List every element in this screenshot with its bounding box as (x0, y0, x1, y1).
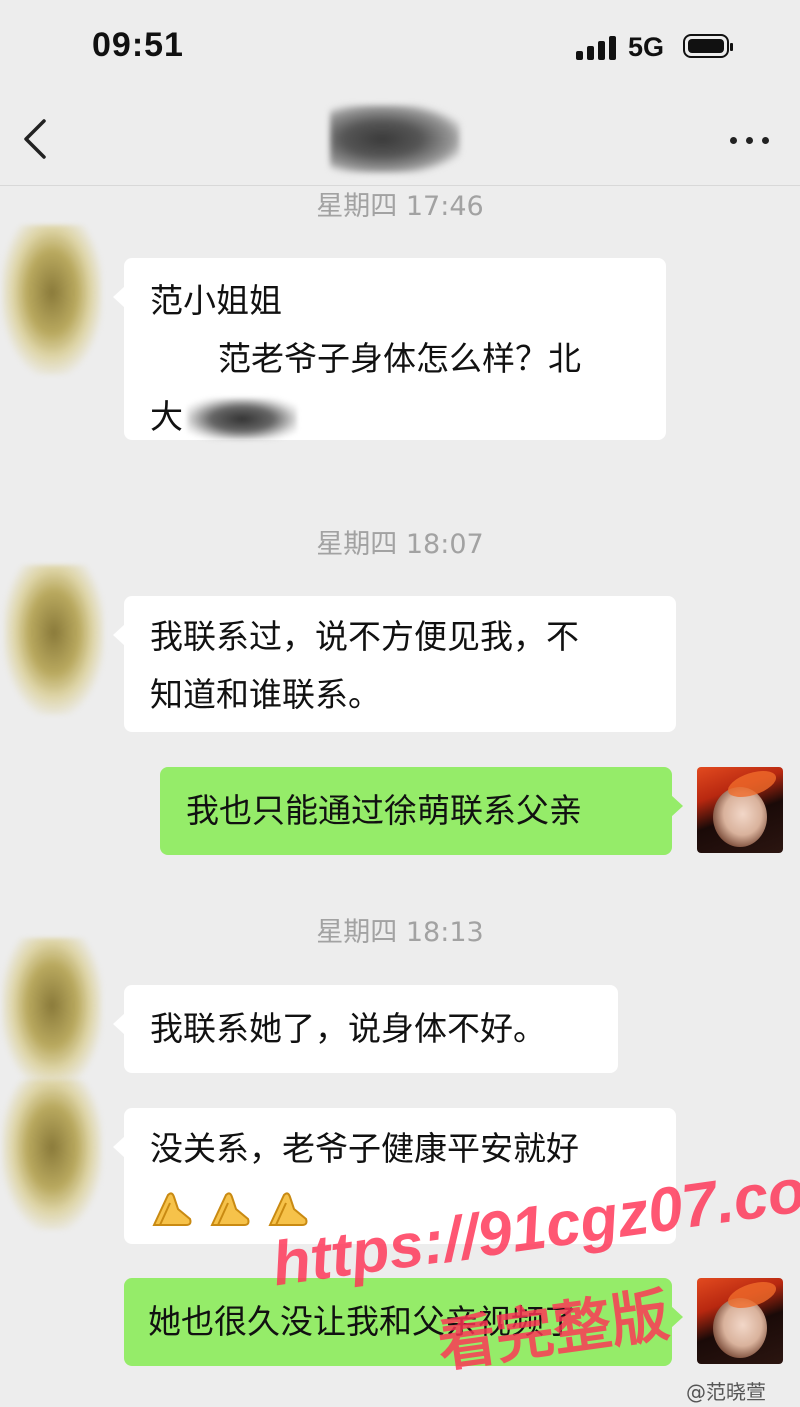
signal-strength-icon (576, 36, 618, 60)
network-type: 5G (628, 32, 665, 62)
message-text: 知道和谁联系。 (150, 675, 381, 714)
message-text: 我联系过，说不方便见我，不 (150, 617, 579, 656)
contact-avatar[interactable] (2, 938, 102, 1088)
battery-icon (683, 34, 733, 58)
message-text: 范小姐姐 (150, 281, 282, 320)
message-bubble-outgoing[interactable]: 我也只能通过徐萌联系父亲 (160, 767, 683, 855)
message-bubble-incoming[interactable]: 范小姐姐 范老爷子身体怎么样？北 大 (113, 258, 666, 440)
message-text: 我联系她了，说身体不好。 (150, 1009, 546, 1048)
message-timestamp: 星期四 17:46 (316, 191, 484, 222)
user-avatar[interactable] (697, 1278, 783, 1364)
message-text: 大 (150, 397, 183, 436)
message-text: 范老爷子身体怎么样？北 (218, 339, 581, 378)
message-bubble-incoming[interactable]: 我联系她了，说身体不好。 (113, 985, 618, 1073)
message-text: 没关系，老爷子健康平安就好 (150, 1129, 579, 1168)
weibo-watermark: @范晓萱 (686, 1380, 766, 1404)
status-time: 09:51 (92, 26, 184, 64)
message-text: 我也只能通过徐萌联系父亲 (186, 791, 582, 830)
folded-hands-icon (210, 1191, 250, 1226)
message-bubble-incoming[interactable]: 我联系过，说不方便见我，不 知道和谁联系。 (113, 596, 676, 732)
redacted-text (187, 397, 297, 440)
status-bar: 09:51 5G (0, 0, 800, 95)
contact-avatar[interactable] (4, 565, 104, 715)
user-avatar[interactable] (697, 767, 783, 853)
contact-name-redacted (330, 105, 460, 173)
contact-avatar[interactable] (2, 1080, 102, 1230)
folded-hands-icon (152, 1191, 192, 1226)
folded-hands-icon (268, 1191, 308, 1226)
contact-avatar[interactable] (2, 225, 102, 375)
message-timestamp: 星期四 18:13 (316, 917, 484, 948)
back-chevron-icon[interactable] (20, 119, 56, 159)
more-options-icon[interactable] (726, 125, 772, 155)
message-timestamp: 星期四 18:07 (316, 529, 484, 560)
chat-header (0, 95, 800, 186)
